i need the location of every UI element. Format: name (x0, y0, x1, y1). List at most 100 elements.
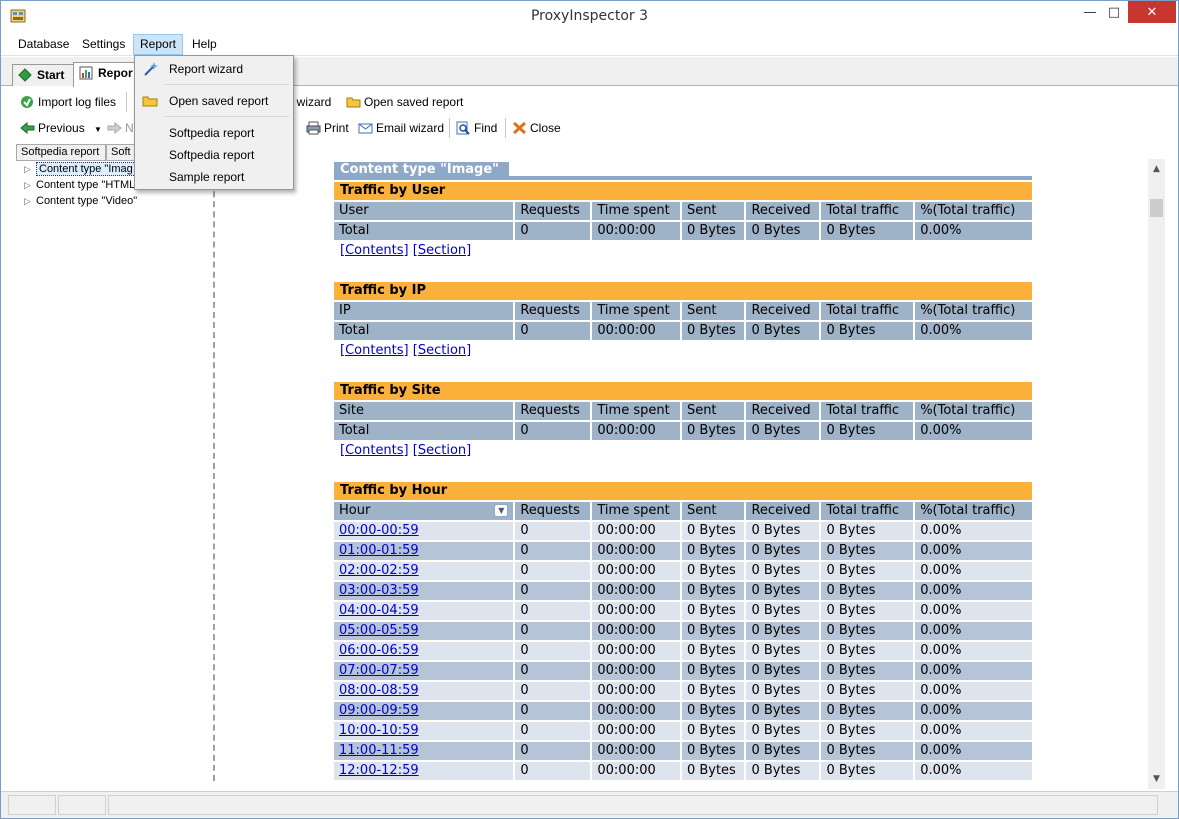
column-header[interactable]: Total traffic (821, 502, 914, 520)
menu-item-open-saved-report[interactable]: Open saved report (137, 90, 291, 112)
column-header[interactable]: Sent (681, 302, 745, 320)
hour-link[interactable]: 02:00-02:59 (339, 563, 419, 578)
column-header[interactable]: Hour ▼ (334, 502, 514, 520)
column-header[interactable]: IP (334, 302, 514, 320)
table-cell: 00:00:00 (592, 322, 680, 340)
menu-database[interactable]: Database (12, 34, 75, 55)
column-header[interactable]: Time spent (592, 302, 680, 320)
contents-link[interactable]: [Contents] (340, 443, 409, 458)
hour-link[interactable]: 05:00-05:59 (339, 623, 419, 638)
menu-settings[interactable]: Settings (76, 34, 131, 55)
close-report-button[interactable]: Close (510, 117, 561, 139)
column-header[interactable]: Sent (681, 502, 745, 520)
open-saved-report-button[interactable]: Open saved report (344, 91, 463, 113)
maximize-button[interactable]: □ (1103, 1, 1125, 23)
hour-link[interactable]: 09:00-09:59 (339, 703, 419, 718)
column-header[interactable]: Total traffic (821, 302, 914, 320)
column-header[interactable]: Time spent (592, 202, 680, 220)
sort-dropdown-icon[interactable]: ▼ (494, 504, 509, 517)
column-header[interactable]: %(Total traffic) (915, 202, 1032, 220)
column-header[interactable]: Requests (515, 202, 591, 220)
menu-item-report-wizard[interactable]: Report wizard (137, 58, 291, 80)
tree-item-content-video[interactable]: ▷ Content type "Video" (24, 194, 137, 209)
email-wizard-button[interactable]: Email wizard (356, 117, 444, 139)
section-link[interactable]: [Section] (413, 343, 471, 358)
hour-cell[interactable]: 10:00-10:59 (334, 722, 514, 740)
tab-start[interactable]: Start (12, 64, 74, 86)
column-header[interactable]: Received (746, 502, 820, 520)
hour-cell[interactable]: 02:00-02:59 (334, 562, 514, 580)
chevron-down-icon[interactable]: ▼ (94, 125, 102, 134)
hour-link[interactable]: 10:00-10:59 (339, 723, 419, 738)
hour-link[interactable]: 12:00-12:59 (339, 763, 419, 778)
import-log-files-button[interactable]: Import log files (18, 91, 116, 113)
column-header[interactable]: Total traffic (821, 202, 914, 220)
menu-item-softpedia-report-2[interactable]: Softpedia report (137, 144, 291, 166)
menu-item-softpedia-report-1[interactable]: Softpedia report (137, 122, 291, 144)
expand-arrow-icon[interactable]: ▷ (24, 178, 31, 192)
menu-help[interactable]: Help (186, 34, 223, 55)
column-header[interactable]: Sent (681, 202, 745, 220)
hour-cell[interactable]: 04:00-04:59 (334, 602, 514, 620)
hour-link[interactable]: 01:00-01:59 (339, 543, 419, 558)
section-link[interactable]: [Section] (413, 443, 471, 458)
column-header[interactable]: %(Total traffic) (915, 502, 1032, 520)
find-button[interactable]: Find (454, 117, 497, 139)
vertical-scrollbar[interactable]: ▲ ▼ (1148, 159, 1165, 789)
contents-link[interactable]: [Contents] (340, 243, 409, 258)
left-tab-soft[interactable]: Soft (106, 144, 136, 161)
column-header[interactable]: Received (746, 202, 820, 220)
column-header[interactable]: Time spent (592, 402, 680, 420)
column-header[interactable]: Site (334, 402, 514, 420)
scroll-up-icon[interactable]: ▲ (1148, 161, 1165, 178)
hour-cell[interactable]: 03:00-03:59 (334, 582, 514, 600)
menu-item-sample-report[interactable]: Sample report (137, 166, 291, 188)
hour-cell[interactable]: 12:00-12:59 (334, 762, 514, 780)
hour-link[interactable]: 04:00-04:59 (339, 603, 419, 618)
column-header[interactable]: Requests (515, 402, 591, 420)
column-header[interactable]: Total traffic (821, 402, 914, 420)
hour-link[interactable]: 07:00-07:59 (339, 663, 419, 678)
column-header[interactable]: Time spent (592, 502, 680, 520)
table-cell: 0.00% (915, 562, 1032, 580)
column-header[interactable]: %(Total traffic) (915, 402, 1032, 420)
hour-cell[interactable]: 08:00-08:59 (334, 682, 514, 700)
column-header[interactable]: Received (746, 302, 820, 320)
hour-link[interactable]: 00:00-00:59 (339, 523, 419, 538)
hour-cell[interactable]: 09:00-09:59 (334, 702, 514, 720)
expand-arrow-icon[interactable]: ▷ (24, 194, 31, 208)
hour-link[interactable]: 03:00-03:59 (339, 583, 419, 598)
pane-splitter[interactable] (213, 161, 216, 781)
column-header[interactable]: Requests (515, 302, 591, 320)
table-cell: 0 Bytes (746, 322, 820, 340)
hour-link[interactable]: 08:00-08:59 (339, 683, 419, 698)
hour-cell[interactable]: 07:00-07:59 (334, 662, 514, 680)
menu-report[interactable]: Report (133, 34, 184, 55)
hour-link[interactable]: 11:00-11:59 (339, 743, 419, 758)
column-header[interactable]: Received (746, 402, 820, 420)
hour-cell[interactable]: 11:00-11:59 (334, 742, 514, 760)
hour-cell[interactable]: 01:00-01:59 (334, 542, 514, 560)
scroll-thumb[interactable] (1150, 199, 1163, 217)
left-tab-softpedia-report[interactable]: Softpedia report (16, 144, 106, 161)
minimize-button[interactable]: — (1077, 1, 1103, 23)
expand-arrow-icon[interactable]: ▷ (24, 162, 31, 176)
tab-report[interactable]: Repor (73, 62, 139, 87)
scroll-down-icon[interactable]: ▼ (1148, 771, 1165, 788)
tree-item-content-html[interactable]: ▷ Content type "HTML (24, 178, 135, 193)
column-header[interactable]: Sent (681, 402, 745, 420)
hour-cell[interactable]: 05:00-05:59 (334, 622, 514, 640)
section-link[interactable]: [Section] (413, 243, 471, 258)
column-header[interactable]: Requests (515, 502, 591, 520)
column-header[interactable]: %(Total traffic) (915, 302, 1032, 320)
column-header[interactable]: User (334, 202, 514, 220)
contents-link[interactable]: [Contents] (340, 343, 409, 358)
print-button[interactable]: Print (304, 117, 349, 139)
hour-cell[interactable]: 00:00-00:59 (334, 522, 514, 540)
close-window-button[interactable]: ✕ (1128, 1, 1176, 23)
hour-cell[interactable]: 06:00-06:59 (334, 642, 514, 660)
previous-button[interactable]: Previous ▼ (18, 117, 102, 139)
tree-item-content-image[interactable]: ▷ Content type "Imag (24, 162, 136, 177)
next-button[interactable]: N (105, 117, 134, 139)
hour-link[interactable]: 06:00-06:59 (339, 643, 419, 658)
